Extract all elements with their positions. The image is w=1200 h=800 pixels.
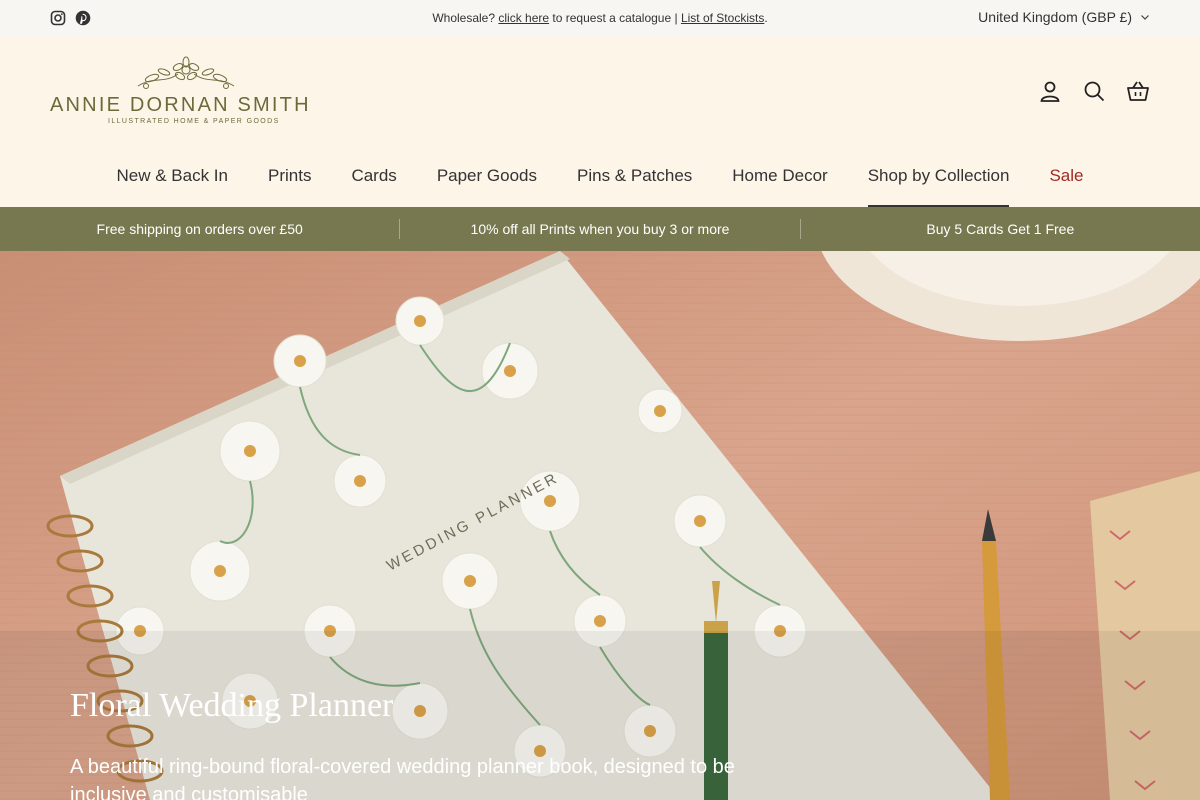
- chevron-down-icon: [1140, 9, 1150, 25]
- stockists-link[interactable]: List of Stockists: [681, 11, 764, 25]
- logo-tagline: ILLUSTRATED HOME & PAPER GOODS: [108, 118, 280, 125]
- hero-description: A beautiful ring-bound floral-covered we…: [70, 756, 735, 800]
- account-icon[interactable]: [1038, 79, 1062, 103]
- basket-icon[interactable]: [1126, 79, 1150, 103]
- header-icons: [1038, 79, 1150, 103]
- locale-selector[interactable]: United Kingdom (GBP £): [978, 9, 1150, 25]
- site-header: ANNIE DORNAN SMITH ILLUSTRATED HOME & PA…: [0, 37, 1200, 207]
- promo-prints-discount: 10% off all Prints when you buy 3 or mor…: [470, 221, 730, 237]
- click-here-link[interactable]: click here: [498, 11, 549, 25]
- nav-item-shop-by-collection[interactable]: Shop by Collection: [848, 161, 1030, 207]
- nav-item-new-back-in[interactable]: New & Back In: [96, 161, 248, 207]
- announcement-prefix: Wholesale?: [432, 11, 496, 25]
- site-logo[interactable]: ANNIE DORNAN SMITH ILLUSTRATED HOME & PA…: [50, 56, 310, 128]
- nav-item-cards[interactable]: Cards: [331, 161, 416, 207]
- nav-item-home-decor[interactable]: Home Decor: [712, 161, 847, 207]
- nav-item-sale[interactable]: Sale: [1029, 161, 1103, 207]
- top-utility-bar: Wholesale? click here to request a catal…: [0, 0, 1200, 37]
- main-navigation: New & Back In Prints Cards Paper Goods P…: [0, 161, 1200, 207]
- nav-item-paper-goods[interactable]: Paper Goods: [417, 161, 557, 207]
- logo-name: ANNIE DORNAN SMITH: [50, 94, 311, 116]
- announcement-middle: to request a catalogue |: [552, 11, 678, 25]
- promo-bar: Free shipping on orders over £50 10% off…: [0, 207, 1200, 251]
- hero-title: Floral Wedding Planner: [70, 687, 394, 724]
- flower-logo-icon: [137, 56, 235, 89]
- nav-item-prints[interactable]: Prints: [248, 161, 331, 207]
- promo-cards-offer: Buy 5 Cards Get 1 Free: [926, 221, 1075, 237]
- locale-label: United Kingdom (GBP £): [978, 9, 1132, 25]
- nav-item-pins-patches[interactable]: Pins & Patches: [557, 161, 712, 207]
- search-icon[interactable]: [1082, 79, 1106, 103]
- announcement-suffix: .: [764, 11, 768, 25]
- promo-free-shipping: Free shipping on orders over £50: [96, 221, 303, 237]
- hero-banner[interactable]: WEDDING PLANNER Floral Wedding Planner A…: [0, 251, 1200, 800]
